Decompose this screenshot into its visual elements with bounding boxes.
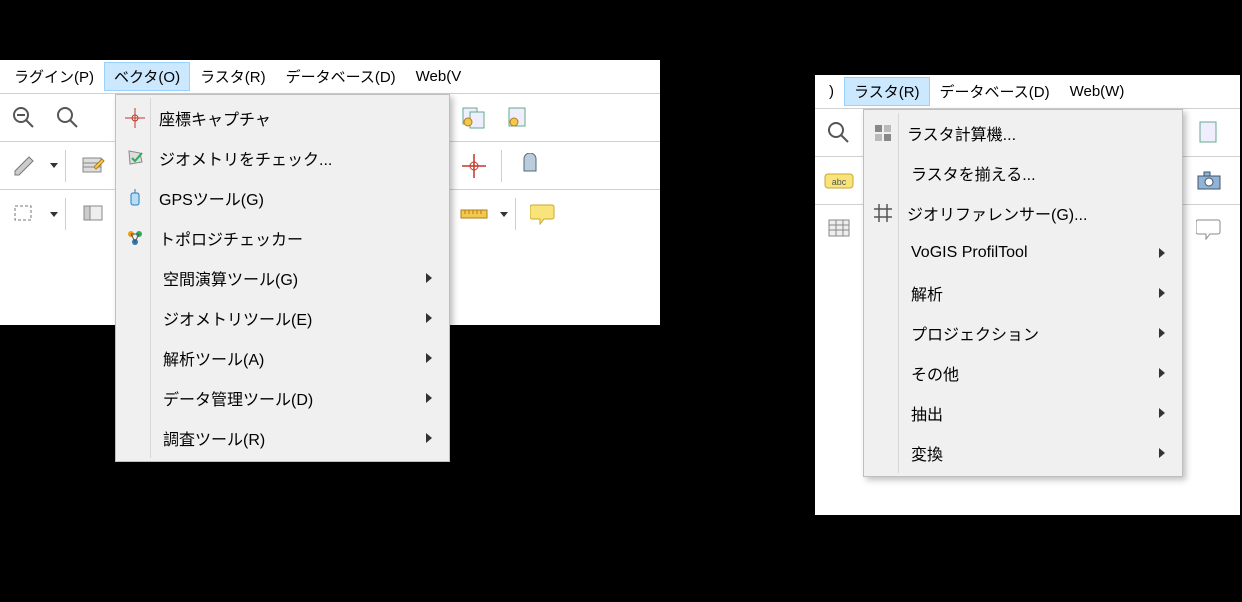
maptip-button[interactable] — [523, 194, 563, 234]
submenu-arrow-icon — [1159, 288, 1165, 298]
submenu-arrow-icon — [426, 313, 432, 323]
menu-label: ジオリファレンサー(G)... — [907, 201, 1169, 225]
submenu-arrow-icon — [426, 353, 432, 363]
menu-icon-column — [867, 113, 899, 473]
geoprocessing-tools[interactable]: 空間演算ツール(G) — [153, 258, 446, 298]
toolbar-sep — [65, 198, 66, 230]
crosshair-icon — [121, 104, 149, 132]
vogis-profiltool[interactable]: VoGIS ProfilTool — [901, 233, 1179, 273]
menu-label: 抽出 — [911, 401, 1159, 425]
abc-label-button[interactable]: abc — [819, 161, 859, 201]
toolbar-sep — [65, 150, 66, 182]
menu-label: ジオメトリツール(E) — [163, 306, 426, 330]
menu-label: その他 — [911, 361, 1159, 385]
grid-panel-button[interactable] — [819, 209, 859, 249]
georeferencer[interactable]: ジオリファレンサー(G)... — [901, 193, 1179, 233]
grid-icon — [869, 199, 897, 227]
dropdown-arrow-icon — [50, 212, 58, 217]
menu-label: 空間演算ツール(G) — [163, 266, 426, 290]
align-rasters[interactable]: ラスタを揃える... — [901, 153, 1179, 193]
menubar-right: ) ラスタ(R) データベース(D) Web(W) — [815, 75, 1240, 109]
raster-menu-dropdown: ラスタ計算機... ラスタを揃える... ジオリファレンサー(G)... VoG… — [863, 109, 1183, 477]
measure-line-button[interactable] — [454, 194, 494, 234]
gps-tools[interactable]: GPSツール(G) — [153, 178, 446, 218]
menubar-left: ラグイン(P) ベクタ(O) ラスタ(R) データベース(D) Web(V — [0, 60, 660, 94]
vector-menu-dropdown: 座標キャプチャ ジオメトリをチェック... GPSツール(G) トポロジチェッカ… — [115, 94, 450, 462]
submenu-arrow-icon — [426, 273, 432, 283]
zoom-out-button[interactable] — [4, 98, 44, 138]
menu-raster[interactable]: ラスタ(R) — [844, 77, 930, 106]
coordinate-capture[interactable]: 座標キャプチャ — [153, 98, 446, 138]
menu-label: VoGIS ProfilTool — [911, 244, 1159, 262]
conversion[interactable]: 変換 — [901, 433, 1179, 473]
right-window: ) ラスタ(R) データベース(D) Web(W) abc — [815, 75, 1240, 515]
toolbar-right-trail — [1185, 109, 1233, 253]
camera-button[interactable] — [1189, 161, 1229, 201]
zoom-prev-button[interactable] — [48, 98, 88, 138]
menu-label: ジオメトリをチェック... — [159, 146, 436, 170]
manage-layers-button[interactable] — [454, 98, 494, 138]
target-button[interactable] — [454, 146, 494, 186]
panel-button[interactable] — [73, 194, 113, 234]
menu-label: ラスタ計算機... — [907, 121, 1169, 145]
menu-prev-fragment[interactable]: ) — [819, 79, 844, 104]
menu-web[interactable]: Web(W) — [1060, 79, 1135, 104]
menu-label: 調査ツール(R) — [163, 426, 426, 450]
menu-database[interactable]: データベース(D) — [930, 77, 1060, 106]
menu-raster[interactable]: ラスタ(R) — [190, 62, 276, 91]
menu-label: データ管理ツール(D) — [163, 386, 426, 410]
maptip-button-2[interactable] — [1189, 209, 1229, 249]
analysis-tools[interactable]: 解析ツール(A) — [153, 338, 446, 378]
gps-icon — [121, 184, 149, 212]
zoom-last-button[interactable] — [819, 113, 859, 153]
geometry-tools[interactable]: ジオメトリツール(E) — [153, 298, 446, 338]
menu-label: プロジェクション — [911, 321, 1159, 345]
select-rect-button[interactable] — [4, 194, 44, 234]
miscellaneous[interactable]: その他 — [901, 353, 1179, 393]
edit-toggle-button[interactable] — [4, 146, 44, 186]
toolbar-sep — [501, 150, 502, 182]
dropdown-arrow-icon — [50, 163, 58, 168]
dropdown-arrow-icon — [500, 212, 508, 217]
submenu-arrow-icon — [426, 393, 432, 403]
data-management-tools[interactable]: データ管理ツール(D) — [153, 378, 446, 418]
unknown-tool-button[interactable] — [509, 146, 549, 186]
menu-plugins[interactable]: ラグイン(P) — [4, 62, 104, 91]
topology-icon — [121, 224, 149, 252]
submenu-arrow-icon — [1159, 328, 1165, 338]
menu-label: GPSツール(G) — [159, 186, 436, 210]
submenu-arrow-icon — [1159, 408, 1165, 418]
raster-calculator[interactable]: ラスタ計算機... — [901, 113, 1179, 153]
menu-web[interactable]: Web(V — [406, 64, 472, 89]
menu-vector[interactable]: ベクタ(O) — [104, 62, 190, 91]
menu-label: 解析 — [911, 281, 1159, 305]
menu-label: ラスタを揃える... — [911, 161, 1169, 185]
raster-calc-icon — [869, 119, 897, 147]
toolbar-sep — [515, 198, 516, 230]
toolbar-right-of-menu — [450, 94, 567, 238]
projections[interactable]: プロジェクション — [901, 313, 1179, 353]
left-window: ラグイン(P) ベクタ(O) ラスタ(R) データベース(D) Web(V — [0, 60, 660, 325]
svg-text:abc: abc — [832, 177, 847, 187]
analysis[interactable]: 解析 — [901, 273, 1179, 313]
doc-button[interactable] — [1189, 113, 1229, 153]
menu-database[interactable]: データベース(D) — [276, 62, 406, 91]
extraction[interactable]: 抽出 — [901, 393, 1179, 433]
geom-check-icon — [121, 144, 149, 172]
title-fragment: ツ — [260, 20, 350, 60]
menu-label: トポロジチェッカー — [159, 226, 436, 250]
submenu-arrow-icon — [1159, 248, 1165, 258]
research-tools[interactable]: 調査ツール(R) — [153, 418, 446, 458]
submenu-arrow-icon — [426, 433, 432, 443]
menu-label: 座標キャプチャ — [159, 106, 436, 130]
submenu-arrow-icon — [1159, 448, 1165, 458]
topology-checker[interactable]: トポロジチェッカー — [153, 218, 446, 258]
menu-label: 変換 — [911, 441, 1159, 465]
menu-label: 解析ツール(A) — [163, 346, 426, 370]
submenu-arrow-icon — [1159, 368, 1165, 378]
table-edit-button[interactable] — [73, 146, 113, 186]
manage-layers-2-button[interactable] — [498, 98, 538, 138]
geometry-checker[interactable]: ジオメトリをチェック... — [153, 138, 446, 178]
